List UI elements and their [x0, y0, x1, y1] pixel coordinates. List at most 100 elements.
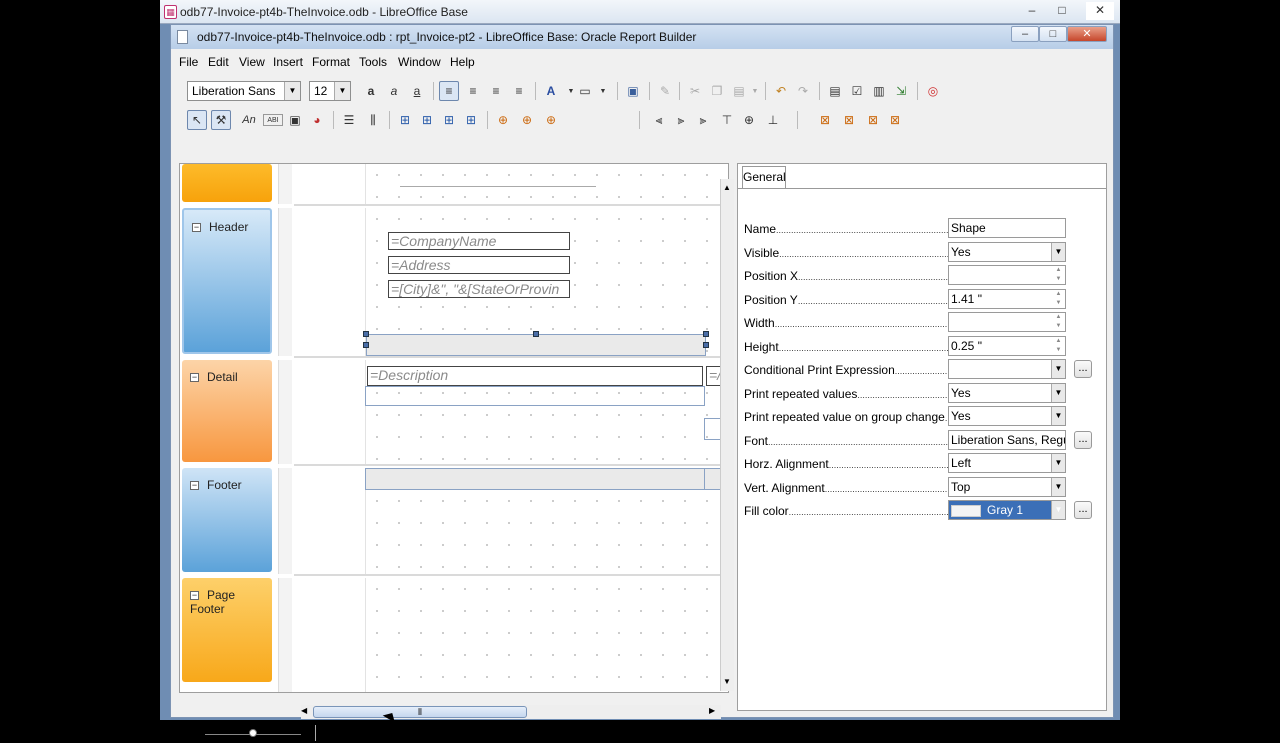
- scroll-down-icon[interactable]: ▼: [722, 677, 732, 687]
- scroll-right-icon[interactable]: ▶: [709, 706, 715, 715]
- zoom-knob[interactable]: [249, 729, 257, 737]
- underline-icon[interactable]: a: [407, 81, 427, 101]
- menu-insert[interactable]: Insert: [273, 55, 303, 69]
- collapse-icon[interactable]: −: [190, 481, 199, 491]
- add-field-icon[interactable]: ▤: [825, 81, 845, 101]
- zoom-out-button[interactable]: −: [195, 726, 202, 740]
- horizontal-scroll-thumb[interactable]: ⦀: [313, 706, 527, 718]
- menu-help[interactable]: Help: [450, 55, 475, 69]
- resize-largest-width-icon[interactable]: ⊠: [839, 110, 859, 130]
- text-box-icon[interactable]: ABI: [263, 114, 283, 126]
- section-canvas[interactable]: [366, 164, 720, 204]
- property-value-field[interactable]: Yes ▼: [948, 382, 1066, 403]
- footer-canvas[interactable]: [365, 468, 724, 574]
- menu-window[interactable]: Window: [398, 55, 441, 69]
- chevron-down-icon[interactable]: ▼: [1051, 383, 1065, 402]
- align-left-edges-icon[interactable]: ⫷: [649, 110, 669, 130]
- shrink-height-icon[interactable]: ⊞: [417, 110, 437, 130]
- section-header-tab[interactable]: − Header: [182, 208, 272, 354]
- align-centers-icon[interactable]: ⫸: [671, 110, 691, 130]
- city-state-field[interactable]: =[City]&", "&[StateOrProvin: [388, 280, 570, 298]
- section-footer-tab[interactable]: − Footer: [182, 468, 272, 572]
- inner-maximize-button[interactable]: □: [1039, 26, 1067, 42]
- chevron-down-icon[interactable]: ▼: [1051, 501, 1065, 519]
- resize-handle[interactable]: [363, 331, 369, 337]
- horizontal-line[interactable]: [400, 186, 596, 187]
- font-name-combo[interactable]: Liberation Sans ▼: [187, 81, 301, 101]
- background-color-icon[interactable]: ▭: [575, 81, 595, 101]
- fit-icon[interactable]: ⊞: [461, 110, 481, 130]
- execute-report-icon[interactable]: ⇲: [891, 81, 911, 101]
- bold-icon[interactable]: a: [361, 81, 381, 101]
- align-top-icon[interactable]: ⊤: [717, 110, 737, 130]
- footer-shape[interactable]: [365, 468, 705, 490]
- page-header-icon[interactable]: ▥: [869, 81, 889, 101]
- resize-smallest-height-icon[interactable]: ⊠: [863, 110, 883, 130]
- browse-button[interactable]: ...: [1074, 430, 1092, 449]
- inner-minimize-button[interactable]: –: [1011, 26, 1039, 42]
- chevron-down-icon[interactable]: ▼: [284, 82, 300, 100]
- section-page-header-tab[interactable]: [182, 164, 272, 202]
- spin-down-icon[interactable]: ▼: [1052, 322, 1065, 331]
- align-bottom-icon[interactable]: ⊥: [763, 110, 783, 130]
- horizontal-scrollbar[interactable]: ◀ ⦀ ▶: [301, 705, 721, 719]
- menu-tools[interactable]: Tools: [359, 55, 387, 69]
- property-value-field[interactable]: Yes ▼: [948, 241, 1066, 262]
- shrink-width-icon[interactable]: ⊞: [439, 110, 459, 130]
- align-left-icon[interactable]: ≡: [439, 81, 459, 101]
- horizontal-line-icon[interactable]: ☰: [339, 110, 359, 130]
- selected-shape[interactable]: [366, 334, 706, 356]
- save-icon[interactable]: ▣: [623, 81, 643, 101]
- undo-icon[interactable]: ↶: [771, 81, 791, 101]
- property-value-field[interactable]: 0.25 " ▲ ▼: [948, 335, 1066, 356]
- shrink-icon[interactable]: ⊞: [395, 110, 415, 130]
- browse-button[interactable]: ...: [1074, 501, 1092, 519]
- address-field[interactable]: =Address: [388, 256, 570, 274]
- help-icon[interactable]: ◎: [923, 81, 943, 101]
- align-middle-icon[interactable]: ⊕: [739, 110, 759, 130]
- chevron-down-icon[interactable]: ▼: [334, 82, 350, 100]
- vertical-scrollbar[interactable]: ▲ ▼: [720, 179, 734, 691]
- scroll-up-icon[interactable]: ▲: [722, 183, 732, 193]
- chevron-down-icon[interactable]: ▼: [1051, 477, 1065, 496]
- menu-edit[interactable]: Edit: [208, 55, 229, 69]
- collapse-icon[interactable]: −: [190, 373, 199, 383]
- image-control-icon[interactable]: ▣: [285, 110, 305, 130]
- tab-general[interactable]: General: [742, 166, 786, 188]
- spin-buttons-icon[interactable]: ▲ ▼: [1052, 266, 1065, 284]
- menu-file[interactable]: File: [179, 55, 198, 69]
- font-size-combo[interactable]: 12 ▼: [309, 81, 351, 101]
- resize-largest-height-icon[interactable]: ⊠: [885, 110, 905, 130]
- resize-handle[interactable]: [533, 331, 539, 337]
- header-canvas[interactable]: =CompanyName =Address =[City]&", "&[Stat…: [363, 208, 720, 356]
- section-page-footer-tab[interactable]: − Page Footer: [182, 578, 272, 682]
- property-value-field[interactable]: 1.41 " ▲ ▼: [948, 288, 1066, 309]
- select-arrow-icon[interactable]: ↖: [187, 110, 207, 130]
- property-value-field[interactable]: Liberation Sans, Regula: [948, 429, 1066, 450]
- description-field[interactable]: =Description: [367, 366, 703, 386]
- spin-buttons-icon[interactable]: ▲ ▼: [1052, 337, 1065, 355]
- resize-handle[interactable]: [703, 342, 709, 348]
- collapse-icon[interactable]: −: [192, 223, 201, 233]
- spin-down-icon[interactable]: ▼: [1052, 346, 1065, 355]
- company-name-field[interactable]: =CompanyName: [388, 232, 570, 250]
- zoom-in-button[interactable]: +: [305, 726, 312, 740]
- spin-down-icon[interactable]: ▼: [1052, 275, 1065, 284]
- zoom-slider[interactable]: − +: [195, 726, 312, 741]
- align-to-grid-icon[interactable]: ⊕: [493, 110, 513, 130]
- spin-up-icon[interactable]: ▲: [1052, 337, 1065, 346]
- resize-handle[interactable]: [703, 331, 709, 337]
- spin-up-icon[interactable]: ▲: [1052, 290, 1065, 299]
- chevron-down-icon[interactable]: ▼: [597, 81, 609, 101]
- scroll-left-icon[interactable]: ◀: [301, 706, 307, 715]
- property-value-field[interactable]: Shape: [948, 218, 1066, 238]
- property-value-field[interactable]: ▲ ▼: [948, 312, 1066, 332]
- spin-up-icon[interactable]: ▲: [1052, 266, 1065, 275]
- spin-up-icon[interactable]: ▲: [1052, 313, 1065, 322]
- chevron-down-icon[interactable]: ▼: [1051, 242, 1065, 261]
- font-color-icon[interactable]: A: [541, 81, 561, 101]
- vertical-line-icon[interactable]: ⫼: [363, 110, 383, 130]
- outer-maximize-button[interactable]: □: [1048, 2, 1076, 20]
- property-value-field[interactable]: Yes ▼: [948, 406, 1066, 426]
- align-right-edges-icon[interactable]: ⫸: [693, 110, 713, 130]
